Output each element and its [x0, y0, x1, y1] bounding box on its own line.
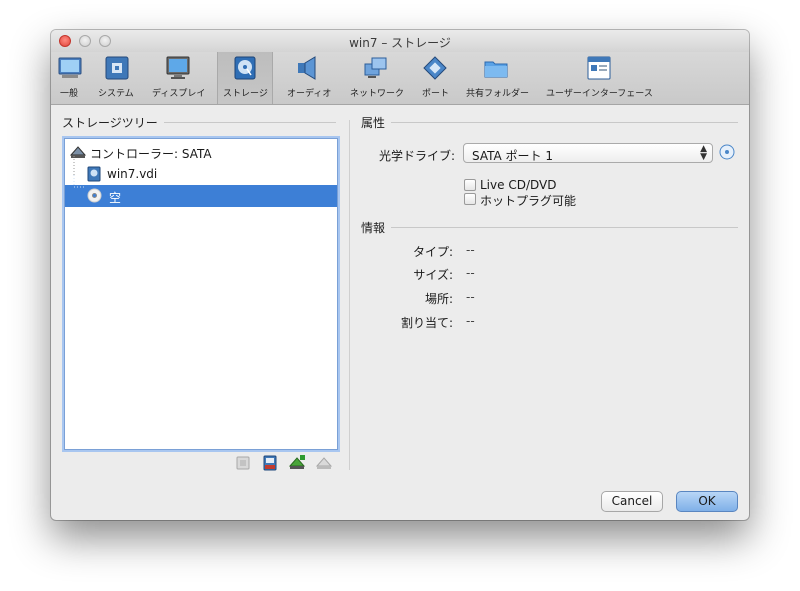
- hard-disk-icon: [87, 166, 101, 182]
- user-interface-icon: [587, 56, 611, 80]
- storage-tree[interactable]: コントローラー: SATA win7.vdi 空: [64, 138, 338, 450]
- tab-system[interactable]: システム: [96, 52, 138, 104]
- tree-connector-line: [73, 153, 75, 175]
- info-size-label: サイズ:: [413, 268, 453, 282]
- info-size-value: --: [466, 266, 475, 280]
- shared-folder-icon: [484, 61, 508, 78]
- ok-button[interactable]: OK: [676, 491, 738, 512]
- hotplug-label: ホットプラグ可能: [480, 194, 577, 208]
- tab-storage[interactable]: ストレージ: [217, 52, 273, 104]
- info-location-value: --: [466, 290, 475, 304]
- live-cd-label: Live CD/DVD: [480, 178, 557, 192]
- tab-shared-folders-label: 共有フォルダー: [466, 89, 530, 99]
- tab-general-label: 一般: [60, 89, 79, 99]
- add-controller-icon[interactable]: [288, 454, 306, 472]
- cancel-button[interactable]: Cancel: [601, 491, 663, 512]
- tab-system-label: システム: [98, 89, 134, 99]
- panel-separator: [349, 120, 350, 470]
- tab-display-label: ディスプレイ: [152, 89, 206, 99]
- tree-connector-line: [73, 175, 85, 188]
- remove-attachment-icon[interactable]: [315, 454, 333, 472]
- info-location-label: 場所:: [424, 292, 453, 306]
- tree-controller-sata[interactable]: コントローラー: SATA: [65, 141, 337, 163]
- general-icon: [58, 57, 82, 78]
- remove-controller-icon[interactable]: [234, 454, 252, 472]
- tree-item-optical-drive-label: 空: [109, 191, 122, 205]
- tab-port-label: ポート: [422, 89, 450, 99]
- tab-network-label: ネットワーク: [350, 89, 405, 99]
- tree-controller-label: コントローラー: SATA: [90, 147, 212, 161]
- info-attached-value: --: [466, 314, 475, 328]
- tab-user-interface[interactable]: ユーザーインターフェース: [541, 52, 659, 104]
- tab-display[interactable]: ディスプレイ: [148, 52, 208, 104]
- info-attached-label: 割り当て:: [400, 316, 453, 330]
- optical-drive-select[interactable]: SATA ポート 1 ▲ ▼: [463, 143, 713, 163]
- tree-item-hard-disk[interactable]: win7.vdi: [65, 153, 337, 185]
- tab-network[interactable]: ネットワーク: [346, 52, 408, 104]
- network-icon: [364, 57, 387, 78]
- hotplug-checkbox[interactable]: [464, 193, 476, 205]
- optical-drive-label: 光学ドライブ:: [378, 149, 455, 163]
- tab-audio-label: オーディオ: [287, 89, 332, 99]
- add-attachment-icon[interactable]: [261, 454, 279, 472]
- tab-shared-folders[interactable]: 共有フォルダー: [462, 52, 532, 104]
- optical-drive-select-value: SATA ポート 1: [472, 149, 553, 163]
- optical-disc-icon: [87, 188, 102, 203]
- tab-storage-label: ストレージ: [223, 89, 268, 99]
- port-icon: [423, 56, 447, 80]
- tab-general[interactable]: 一般: [54, 52, 86, 104]
- live-cd-checkbox[interactable]: [464, 179, 476, 191]
- settings-toolbar: 一般 システム ディスプレイ ストレージ オーディオ ネットワーク ポート 共有…: [51, 52, 749, 105]
- audio-icon: [298, 56, 316, 80]
- storage-tree-header: ストレージツリー: [62, 116, 158, 130]
- title-bar: win7 – ストレージ: [51, 30, 749, 52]
- select-arrows-icon: ▲ ▼: [700, 144, 707, 162]
- storage-icon: [234, 56, 256, 80]
- storage-tree-divider: [164, 122, 336, 123]
- information-header: 情報: [361, 221, 386, 235]
- attributes-header: 属性: [361, 116, 386, 130]
- information-divider: [391, 227, 738, 228]
- info-type-value: --: [466, 243, 475, 257]
- display-icon: [166, 56, 190, 79]
- choose-disk-icon[interactable]: [719, 144, 735, 160]
- settings-window: win7 – ストレージ 一般 システム ディスプレイ ストレージ オーディオ …: [51, 30, 749, 520]
- system-icon: [105, 56, 129, 80]
- window-title: win7 – ストレージ: [349, 36, 451, 50]
- info-type-label: タイプ:: [412, 245, 453, 259]
- attributes-divider: [391, 122, 738, 123]
- tab-audio[interactable]: オーディオ: [283, 52, 335, 104]
- tree-item-hard-disk-label: win7.vdi: [107, 167, 158, 181]
- tab-port[interactable]: ポート: [417, 52, 453, 104]
- tab-user-interface-label: ユーザーインターフェース: [546, 89, 653, 99]
- tree-item-optical-drive[interactable]: 空: [65, 175, 337, 207]
